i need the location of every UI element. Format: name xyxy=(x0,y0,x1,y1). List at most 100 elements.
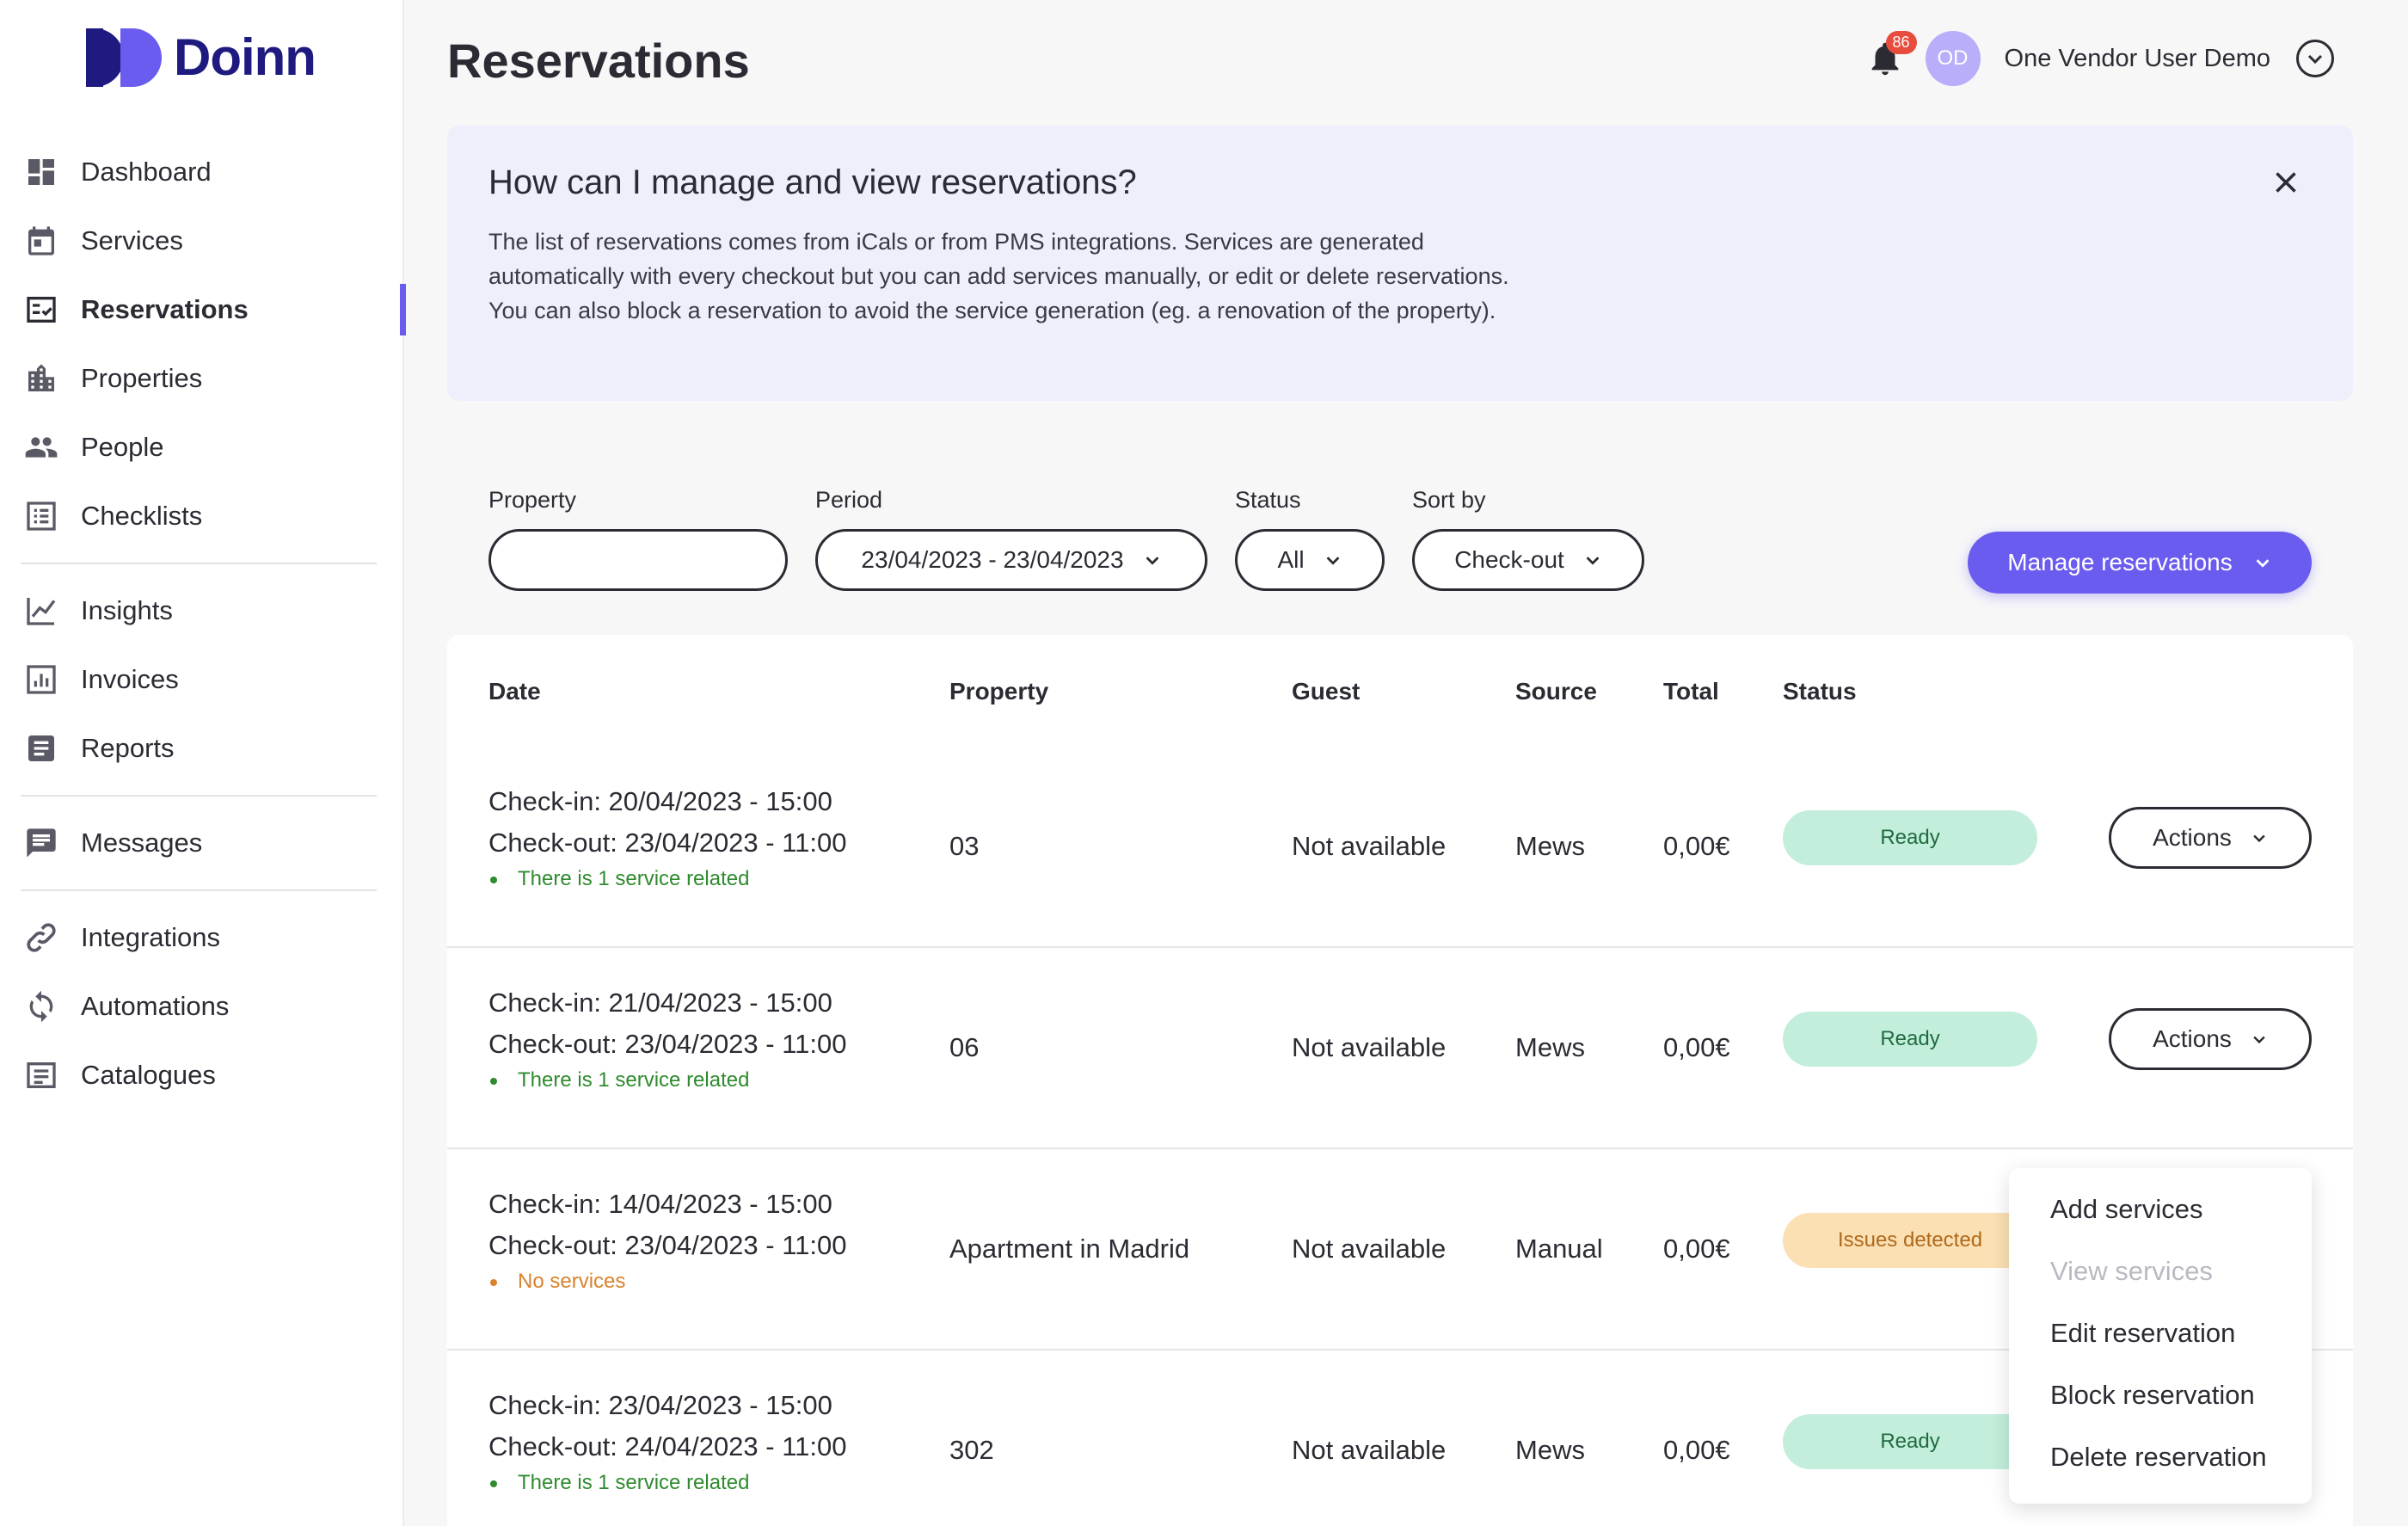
total-cell: 0,00€ xyxy=(1663,1435,1730,1465)
checkout-text: Check-out: 23/04/2023 - 11:00 xyxy=(488,1029,847,1059)
property-cell: 06 xyxy=(949,1032,980,1062)
sidebar-item-reservations[interactable]: Reservations xyxy=(0,275,406,344)
status-filter-select[interactable]: All xyxy=(1235,529,1385,591)
banner-close-button[interactable] xyxy=(2270,167,2301,198)
checkout-text: Check-out: 23/04/2023 - 11:00 xyxy=(488,1230,847,1260)
guest-cell: Not available xyxy=(1292,1234,1447,1264)
table-row[interactable]: Check-in: 21/04/2023 - 15:00 Check-out: 2… xyxy=(447,948,2353,1149)
reservation-dates: Check-in: 21/04/2023 - 15:00 Check-out: 2… xyxy=(488,982,847,1065)
sidebar-item-dashboard[interactable]: Dashboard xyxy=(0,138,404,206)
sidebar: Doinn Dashboard Services Reservations Prope… xyxy=(0,0,406,1526)
total-cell: 0,00€ xyxy=(1663,831,1730,861)
services-note: There is 1 service related xyxy=(488,1471,749,1495)
menu-item-view-services: View services xyxy=(2050,1256,2213,1286)
reservation-dates: Check-in: 14/04/2023 - 15:00 Check-out: 2… xyxy=(488,1184,847,1266)
banner-line: The list of reservations comes from iCal… xyxy=(488,229,1424,255)
menu-item-add-services[interactable]: Add services xyxy=(2009,1178,2312,1240)
dashboard-icon xyxy=(24,155,58,189)
sidebar-item-insights[interactable]: Insights xyxy=(0,576,404,645)
column-header-property: Property xyxy=(949,678,1049,705)
status-badge: Issues detected xyxy=(1783,1213,2037,1268)
period-filter-select[interactable]: 23/04/2023 - 23/04/2023 xyxy=(815,529,1207,591)
sidebar-item-properties[interactable]: Properties xyxy=(0,344,404,413)
total-cell: 0,00€ xyxy=(1663,1032,1730,1062)
sidebar-item-label: Properties xyxy=(81,363,203,393)
notifications-button[interactable]: 86 xyxy=(1865,31,1917,81)
catalogue-icon xyxy=(24,1058,58,1092)
sidebar-item-catalogues[interactable]: Catalogues xyxy=(0,1041,404,1110)
checkin-text: Check-in: 23/04/2023 - 15:00 xyxy=(488,1390,832,1420)
source-cell: Mews xyxy=(1515,1032,1585,1062)
status-filter-label: Status xyxy=(1235,487,1301,513)
calendar-icon xyxy=(24,224,58,258)
info-banner: How can I manage and view reservations? … xyxy=(447,126,2353,401)
sidebar-item-label: Invoices xyxy=(81,664,179,694)
sidebar-item-messages[interactable]: Messages xyxy=(0,809,404,877)
sidebar-item-label: Messages xyxy=(81,828,203,858)
checkout-text: Check-out: 23/04/2023 - 11:00 xyxy=(488,828,847,858)
services-note: There is 1 service related xyxy=(488,867,749,891)
sidebar-item-integrations[interactable]: Integrations xyxy=(0,903,404,972)
property-filter-label: Property xyxy=(488,487,577,513)
property-cell: Apartment in Madrid xyxy=(949,1234,1190,1264)
guest-cell: Not available xyxy=(1292,1435,1447,1465)
sort-filter-value: Check-out xyxy=(1454,546,1564,573)
logo-mark-icon xyxy=(86,28,162,87)
sidebar-item-label: Insights xyxy=(81,595,173,625)
chevron-down-icon xyxy=(2253,1036,2265,1044)
reservations-icon xyxy=(24,292,58,327)
reservation-dates: Check-in: 20/04/2023 - 15:00 Check-out: 2… xyxy=(488,781,847,864)
checklist-icon xyxy=(24,499,58,533)
sort-filter-select[interactable]: Check-out xyxy=(1412,529,1644,591)
user-name[interactable]: One Vendor User Demo xyxy=(2005,45,2270,73)
guest-cell: Not available xyxy=(1292,1032,1447,1062)
sidebar-item-reports[interactable]: Reports xyxy=(0,714,404,783)
column-header-total: Total xyxy=(1663,678,1719,705)
sidebar-item-people[interactable]: People xyxy=(0,413,404,482)
column-header-date: Date xyxy=(488,678,541,705)
manage-reservations-label: Manage reservations xyxy=(2007,549,2233,575)
status-badge: Ready xyxy=(1783,810,2037,865)
status-badge: Ready xyxy=(1783,1012,2037,1067)
property-cell: 302 xyxy=(949,1435,994,1465)
manage-reservations-button[interactable]: Manage reservations xyxy=(1968,532,2312,594)
sidebar-item-automations[interactable]: Automations xyxy=(0,972,404,1041)
table-row[interactable]: Check-in: 20/04/2023 - 15:00 Check-out: 2… xyxy=(447,747,2353,948)
source-cell: Mews xyxy=(1515,1435,1585,1465)
sync-icon xyxy=(24,989,58,1024)
nav-divider xyxy=(21,563,377,564)
column-header-guest: Guest xyxy=(1292,678,1361,705)
people-icon xyxy=(24,430,58,465)
property-filter: Property xyxy=(488,487,788,591)
user-menu-button[interactable] xyxy=(2296,40,2334,77)
sidebar-item-services[interactable]: Services xyxy=(0,206,404,275)
actions-button[interactable]: Actions xyxy=(2109,1008,2312,1070)
column-header-source: Source xyxy=(1515,678,1597,705)
actions-button[interactable]: Actions xyxy=(2109,807,2312,869)
total-cell: 0,00€ xyxy=(1663,1234,1730,1264)
sidebar-item-checklists[interactable]: Checklists xyxy=(0,482,404,551)
source-cell: Manual xyxy=(1515,1234,1603,1264)
avatar[interactable]: OD xyxy=(1925,31,1981,86)
sidebar-item-label: People xyxy=(81,432,164,462)
source-cell: Mews xyxy=(1515,831,1585,861)
property-filter-input[interactable] xyxy=(488,529,788,591)
chevron-down-icon xyxy=(2256,559,2270,568)
menu-item-edit-reservation[interactable]: Edit reservation xyxy=(2009,1302,2312,1364)
page-title: Reservations xyxy=(447,34,750,88)
menu-item-block-reservation[interactable]: Block reservation xyxy=(2009,1364,2312,1426)
sidebar-item-invoices[interactable]: Invoices xyxy=(0,645,404,714)
notifications-badge: 86 xyxy=(1885,31,1917,54)
period-filter-value: 23/04/2023 - 23/04/2023 xyxy=(861,546,1124,573)
nav-divider xyxy=(21,795,377,797)
sidebar-nav: Dashboard Services Reservations Properties P… xyxy=(0,138,406,1110)
period-filter-label: Period xyxy=(815,487,883,513)
sidebar-item-label: Automations xyxy=(81,991,230,1021)
sidebar-item-label: Catalogues xyxy=(81,1060,216,1090)
menu-item-delete-reservation[interactable]: Delete reservation xyxy=(2009,1426,2312,1488)
banner-title: How can I manage and view reservations? xyxy=(488,163,1137,201)
reservation-dates: Check-in: 23/04/2023 - 15:00 Check-out: 2… xyxy=(488,1385,847,1468)
brand-logo[interactable]: Doinn xyxy=(86,28,316,87)
sidebar-item-label: Dashboard xyxy=(81,157,212,187)
chevron-down-icon xyxy=(1586,557,1600,565)
